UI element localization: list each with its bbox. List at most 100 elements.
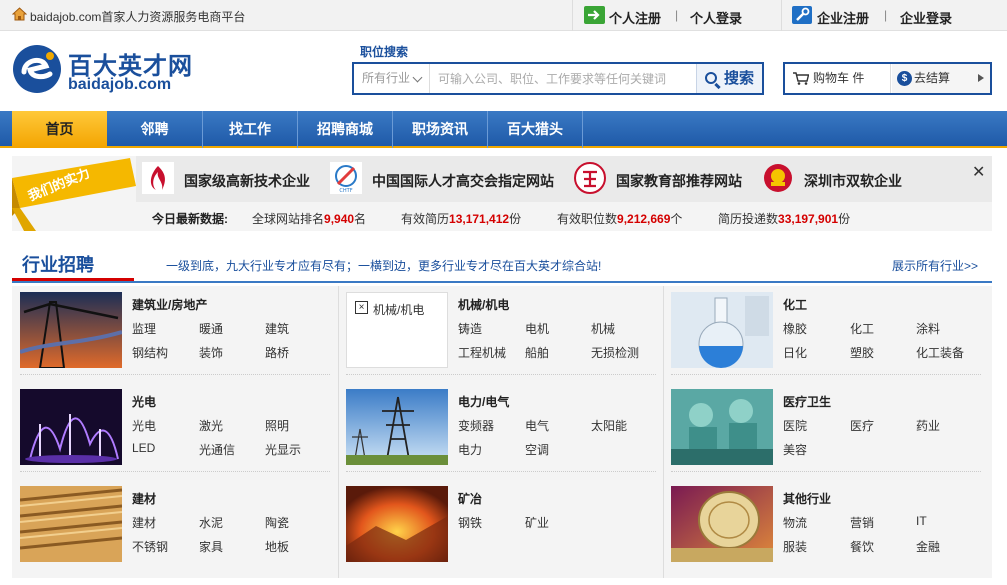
close-icon[interactable]: ✕ (972, 162, 985, 182)
separator: | (675, 8, 679, 22)
coin-spiral-image[interactable] (671, 486, 773, 562)
industry-sub-link[interactable]: 电力 (458, 441, 482, 458)
national-emblem-icon (764, 164, 792, 192)
nav-headhunter[interactable]: 百大猎头 (488, 111, 583, 148)
flame-emblem-icon (142, 162, 174, 194)
industry-title[interactable]: 矿冶 (458, 490, 482, 507)
nav-find-job[interactable]: 找工作 (203, 111, 298, 148)
industry-sub-link[interactable]: 医院 (783, 417, 807, 434)
industry-title[interactable]: 其他行业 (783, 490, 831, 507)
industry-sub-link[interactable]: 水泥 (199, 514, 223, 531)
industry-sub-link[interactable]: 工程机械 (458, 344, 506, 361)
job-search-tab[interactable]: 职位搜索 (360, 43, 408, 60)
section-title: 行业招聘 (12, 250, 134, 281)
industry-sub-link[interactable]: 化工 (850, 320, 874, 337)
wood-planks-image[interactable] (20, 486, 122, 562)
corporate-account-area: 企业注册 | 企业登录 (782, 0, 1007, 31)
industry-sub-link[interactable]: 光通信 (199, 441, 235, 458)
industry-sub-link[interactable]: 铸造 (458, 320, 482, 337)
industry-sub-link[interactable]: 物流 (783, 514, 807, 531)
industry-sub-link[interactable]: 橡胶 (783, 320, 807, 337)
industry-sub-link[interactable]: 涂料 (916, 320, 940, 337)
industry-sub-link[interactable]: 空调 (525, 441, 549, 458)
broken-image-placeholder[interactable]: × 机械/机电 (346, 292, 448, 368)
cell-divider (671, 471, 981, 472)
search-button[interactable]: 搜索 (696, 64, 762, 93)
logo-domain[interactable]: baidajob.com (68, 76, 171, 94)
industry-sub-link[interactable]: 变频器 (458, 417, 494, 434)
industry-sub-link[interactable]: 激光 (199, 417, 223, 434)
industry-sub-link[interactable]: 建筑 (265, 320, 289, 337)
industry-sub-link[interactable]: 餐饮 (850, 538, 874, 555)
industry-title[interactable]: 化工 (783, 296, 807, 313)
industry-title[interactable]: 电力/电气 (458, 393, 509, 410)
industry-sub-link[interactable]: 路桥 (265, 344, 289, 361)
industry-sub-link[interactable]: 金融 (916, 538, 940, 555)
industry-cell-construction: 建筑业/房地产 监理 暖通 建筑 钢结构 装饰 路桥 (12, 288, 330, 376)
surgery-team-image[interactable] (671, 389, 773, 465)
industry-sub-link[interactable]: 家具 (199, 538, 223, 555)
industry-title[interactable]: 医疗卫生 (783, 393, 831, 410)
industry-sub-link[interactable]: 光电 (132, 417, 156, 434)
industry-sub-link[interactable]: 不锈钢 (132, 538, 168, 555)
industry-sub-link[interactable]: 陶瓷 (265, 514, 289, 531)
industry-sub-link[interactable]: 矿业 (525, 514, 549, 531)
industry-sub-link[interactable]: 钢结构 (132, 344, 168, 361)
industry-sub-link[interactable]: 服装 (783, 538, 807, 555)
industry-sub-link[interactable]: LED (132, 441, 155, 455)
cart-label: 购物车 件 (813, 71, 865, 85)
industry-sub-link[interactable]: 日化 (783, 344, 807, 361)
industry-section-header: 行业招聘 一级到底，九大行业专才应有尽有；一横到边，更多行业专才尽在百大英才综合… (12, 250, 992, 283)
industry-sub-link[interactable]: 机械 (591, 320, 615, 337)
industry-sub-link[interactable]: 装饰 (199, 344, 223, 361)
nav-linpin[interactable]: 邻聘 (107, 111, 203, 148)
nav-recruit-mall[interactable]: 招聘商城 (298, 111, 393, 148)
industry-title[interactable]: 光电 (132, 393, 156, 410)
industry-sub-link[interactable]: 照明 (265, 417, 289, 434)
personal-register-link[interactable]: 个人注册 (609, 8, 661, 27)
construction-crane-image[interactable] (20, 292, 122, 368)
industry-sub-link[interactable]: 塑胶 (850, 344, 874, 361)
chemistry-flask-image[interactable] (671, 292, 773, 368)
header: 百大英才网 baidajob.com 职位搜索 所有行业 搜索 购物车 件 $ … (0, 32, 1007, 110)
industry-cell-power: 电力/电气 变频器 电气 太阳能 电力 空调 (338, 385, 656, 473)
industry-sub-link[interactable]: 美容 (783, 441, 807, 458)
nav-home[interactable]: 首页 (12, 111, 107, 148)
industry-sub-link[interactable]: 监理 (132, 320, 156, 337)
industry-grid: 建筑业/房地产 监理 暖通 建筑 钢结构 装饰 路桥 × 机械/机电 机械/机电… (12, 286, 992, 578)
industry-sub-link[interactable]: 暖通 (199, 320, 223, 337)
industry-select[interactable]: 所有行业 (354, 64, 430, 93)
industry-sub-link[interactable]: 药业 (916, 417, 940, 434)
industry-sub-link[interactable]: 船舶 (525, 344, 549, 361)
industry-sub-link[interactable]: 营销 (850, 514, 874, 531)
cart-button[interactable]: 购物车 件 (785, 64, 891, 93)
molten-steel-image[interactable] (346, 486, 448, 562)
industry-title[interactable]: 机械/机电 (458, 296, 509, 313)
industry-sub-link[interactable]: 化工装备 (916, 344, 964, 361)
industry-sub-link[interactable]: 医疗 (850, 417, 874, 434)
power-tower-image[interactable] (346, 389, 448, 465)
industry-sub-link[interactable]: 无损检测 (591, 344, 639, 361)
industry-title[interactable]: 建筑业/房地产 (132, 296, 207, 313)
industry-sub-link[interactable]: 电气 (525, 417, 549, 434)
stats-row: 今日最新数据: 全球网站排名9,940名 有效简历13,171,412份 有效职… (12, 210, 992, 228)
industry-sub-link[interactable]: 光显示 (265, 441, 301, 458)
industry-sub-link[interactable]: 地板 (265, 538, 289, 555)
industry-sub-link[interactable]: 电机 (525, 320, 549, 337)
industry-sub-link[interactable]: 钢铁 (458, 514, 482, 531)
industry-sub-link[interactable]: IT (916, 514, 927, 528)
corp-register-link[interactable]: 企业注册 (817, 8, 869, 27)
corp-login-link[interactable]: 企业登录 (900, 8, 952, 27)
personal-login-link[interactable]: 个人登录 (690, 8, 742, 27)
industry-sub-link[interactable]: 建材 (132, 514, 156, 531)
nav-career-news[interactable]: 职场资讯 (393, 111, 488, 148)
show-all-industries-link[interactable]: 展示所有行业>> (892, 257, 978, 274)
light-art-image[interactable] (20, 389, 122, 465)
industry-title[interactable]: 建材 (132, 490, 156, 507)
home-icon[interactable] (12, 7, 27, 21)
checkout-button[interactable]: $ 去结算 (892, 64, 990, 93)
industry-sub-link[interactable]: 太阳能 (591, 417, 627, 434)
search-input[interactable] (432, 64, 694, 93)
baidajob-logo-icon[interactable] (12, 44, 62, 94)
section-slogan[interactable]: 一级到底，九大行业专才应有尽有；一横到边，更多行业专才尽在百大英才综合站! (166, 257, 601, 274)
